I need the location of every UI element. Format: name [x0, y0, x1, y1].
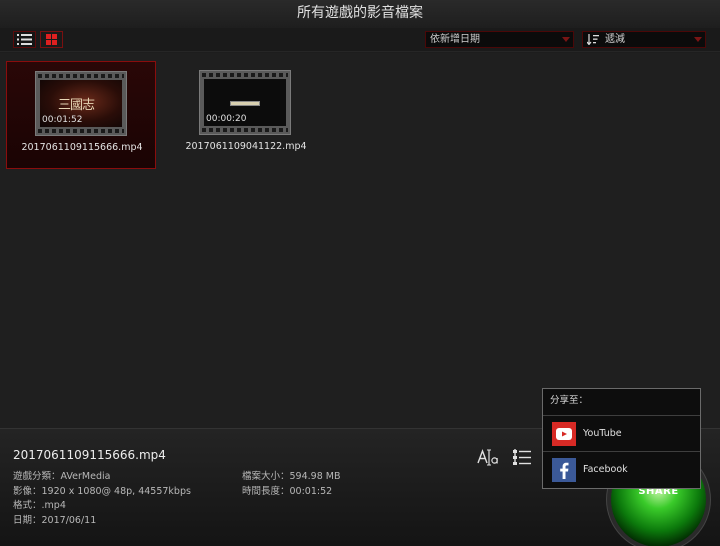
list-view-button[interactable] [13, 31, 36, 48]
thumbnail-logo-text: 三國志 [58, 98, 95, 113]
format-line: 格式：.mp4 [13, 500, 66, 511]
window-title: 所有遊戲的影音檔案 [0, 0, 720, 28]
share-popup-title: 分享至： [543, 389, 700, 416]
grid-icon [46, 34, 57, 45]
sort-by-select[interactable]: 依新增日期 [425, 31, 574, 48]
chevron-down-icon [690, 32, 705, 47]
sort-descending-icon [586, 34, 599, 50]
sort-order-select[interactable]: 遞減 [582, 31, 706, 48]
category-line: 遊戲分類：AVerMedia [13, 471, 111, 482]
youtube-icon [552, 422, 576, 446]
thumbnail-loading-graphic [230, 101, 260, 106]
grid-view-button[interactable] [40, 31, 63, 48]
date-line: 日期：2017/06/11 [13, 515, 97, 526]
edit-video-button[interactable] [510, 445, 534, 469]
video-line: 影像：1920 x 1080@ 48p, 44557kbps [13, 486, 191, 497]
video-editor-icon [513, 449, 531, 465]
share-youtube-item[interactable]: YouTube [543, 416, 700, 452]
rename-button[interactable] [476, 445, 500, 469]
share-youtube-label: YouTube [583, 428, 622, 439]
media-filename: 2017061109115666.mp4 [21, 142, 143, 153]
list-icon [17, 34, 32, 45]
share-facebook-label: Facebook [583, 464, 628, 475]
toolbar: 依新增日期 遞減 [0, 28, 720, 52]
video-duration: 00:01:52 [42, 115, 83, 125]
sort-by-value: 依新增日期 [430, 34, 480, 45]
media-item[interactable]: 三國志 00:01:52 2017061109115666.mp4 [6, 61, 156, 169]
video-duration: 00:00:20 [206, 114, 247, 124]
media-item[interactable]: 00:00:20 2017061109041122.mp4 [171, 61, 321, 169]
share-popup: 分享至： YouTube Facebook [542, 388, 701, 489]
share-facebook-item[interactable]: Facebook [543, 452, 700, 488]
selected-filename: 2017061109115666.mp4 [13, 448, 166, 462]
chevron-down-icon [558, 32, 573, 47]
video-thumbnail: 三國志 00:01:52 [35, 71, 127, 136]
rename-icon [477, 449, 498, 466]
video-thumbnail: 00:00:20 [199, 70, 291, 135]
facebook-icon [552, 458, 576, 482]
media-filename: 2017061109041122.mp4 [185, 141, 307, 152]
sort-order-value: 遞減 [605, 34, 625, 45]
media-gallery: 三國志 00:01:52 2017061109115666.mp4 00:00:… [0, 53, 720, 428]
length-line: 時間長度：00:01:52 [242, 486, 333, 497]
size-line: 檔案大小：594.98 MB [242, 471, 341, 482]
